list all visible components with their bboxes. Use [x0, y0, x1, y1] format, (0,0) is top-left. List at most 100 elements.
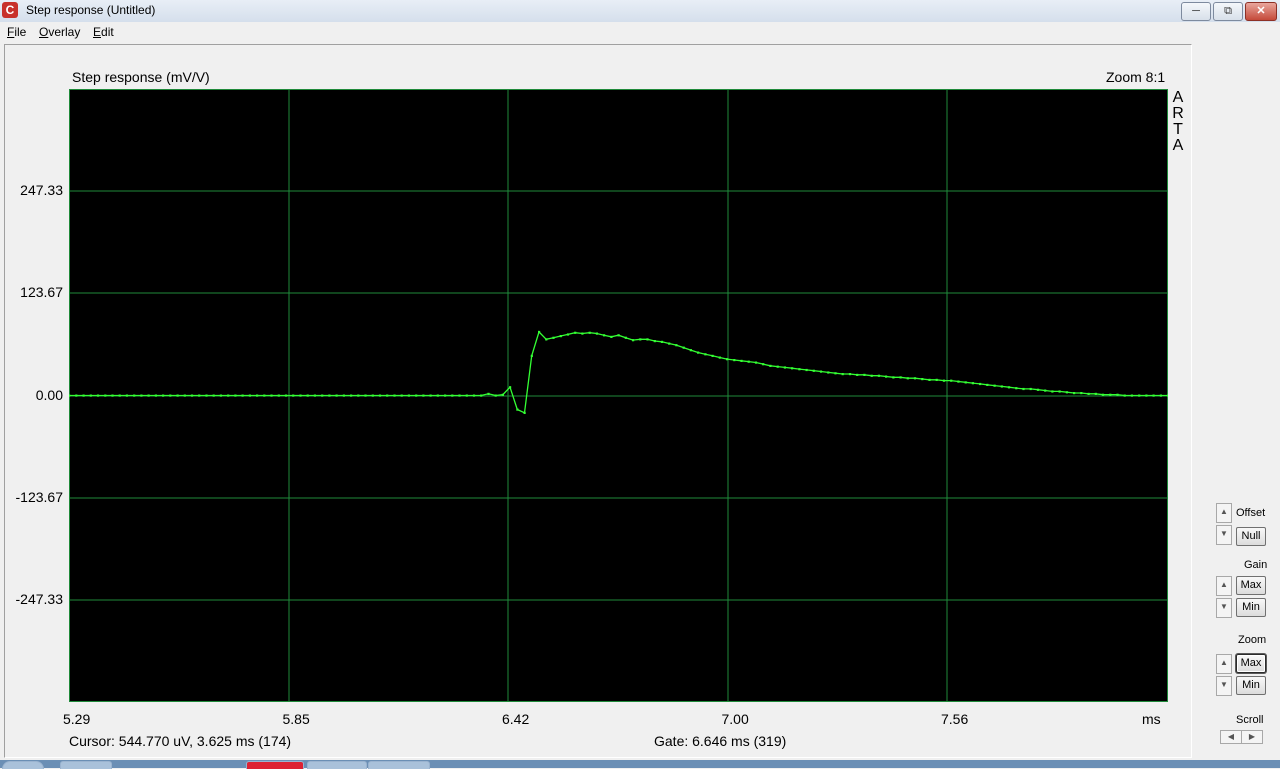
data-point — [993, 384, 996, 387]
data-point — [610, 335, 613, 338]
data-point — [342, 394, 345, 397]
data-point — [183, 394, 186, 397]
data-point — [791, 367, 794, 370]
title-bar: C Step response (Untitled) ─ ⧉ ✕ — [0, 0, 1280, 23]
zoom-max-button[interactable]: Max — [1236, 654, 1266, 673]
zoom-up-button[interactable]: ▲ — [1216, 654, 1232, 674]
data-point — [675, 344, 678, 347]
data-point — [574, 331, 577, 334]
step-response-plot[interactable] — [69, 89, 1168, 702]
data-point — [1015, 387, 1018, 390]
close-button[interactable]: ✕ — [1245, 2, 1277, 21]
data-point — [552, 336, 555, 339]
data-point — [1101, 393, 1105, 396]
offset-up-button[interactable]: ▲ — [1216, 503, 1232, 523]
data-point — [827, 371, 830, 374]
zoom-min-button[interactable]: Min — [1236, 676, 1266, 695]
data-point — [754, 361, 758, 364]
data-point — [624, 336, 627, 339]
y-tick-label: -247.33 — [15, 590, 63, 607]
data-point — [1123, 394, 1126, 397]
data-point — [1065, 391, 1068, 394]
data-point — [646, 338, 649, 341]
gain-min-button[interactable]: Min — [1236, 598, 1266, 617]
data-point — [190, 394, 194, 397]
data-point — [1138, 394, 1141, 397]
y-tick-label: 0.00 — [35, 386, 63, 403]
gain-down-button[interactable]: ▼ — [1216, 598, 1232, 618]
data-point — [256, 394, 259, 397]
offset-label: Offset — [1236, 507, 1266, 519]
data-point — [538, 330, 541, 334]
scroll-right-button[interactable]: ▶ — [1241, 730, 1263, 744]
data-point — [69, 394, 71, 397]
data-point — [964, 381, 967, 384]
data-point — [653, 340, 656, 343]
data-point — [1058, 390, 1061, 393]
data-point — [921, 378, 924, 381]
data-point — [971, 382, 974, 385]
data-point — [198, 394, 201, 397]
menu-edit[interactable]: Edit — [93, 25, 114, 39]
restore-button[interactable]: ⧉ — [1213, 2, 1243, 21]
scroll-left-button[interactable]: ◀ — [1220, 730, 1242, 744]
data-point — [516, 408, 519, 411]
data-point — [263, 394, 266, 397]
x-tick-label: 7.56 — [941, 711, 969, 727]
data-point — [913, 377, 917, 380]
data-point — [863, 373, 866, 376]
data-point — [313, 394, 316, 397]
data-point — [371, 394, 374, 397]
data-point — [718, 356, 721, 359]
minimize-icon: ─ — [1192, 5, 1200, 17]
data-point — [407, 394, 410, 397]
data-point — [133, 394, 136, 397]
data-point — [885, 375, 888, 378]
data-point — [1000, 385, 1003, 388]
data-point — [82, 394, 85, 397]
gain-up-button[interactable]: ▲ — [1216, 576, 1232, 596]
data-point — [819, 370, 823, 373]
offset-down-button[interactable]: ▼ — [1216, 525, 1232, 545]
y-tick-label: -123.67 — [15, 488, 63, 505]
data-point — [415, 394, 418, 397]
menu-file[interactable]: File — [7, 25, 26, 39]
y-tick-label: 123.67 — [20, 284, 63, 301]
zoom-label: Zoom — [1238, 634, 1267, 646]
data-point — [147, 394, 150, 397]
data-point — [660, 340, 664, 343]
data-point — [848, 373, 852, 376]
zoom-down-button[interactable]: ▼ — [1216, 676, 1232, 696]
control-panel — [1192, 44, 1280, 756]
data-point — [523, 411, 526, 414]
data-point — [292, 394, 295, 397]
gain-max-button[interactable]: Max — [1236, 576, 1266, 595]
data-point — [834, 372, 837, 375]
data-point — [241, 394, 244, 397]
cursor-readout: Cursor: 544.770 uV, 3.625 ms (174) — [69, 733, 292, 749]
null-button[interactable]: Null — [1236, 527, 1266, 546]
data-point — [125, 394, 128, 397]
data-point — [1036, 388, 1040, 391]
data-point — [1051, 390, 1054, 393]
data-point — [393, 394, 396, 397]
menu-overlay[interactable]: Overlay — [39, 25, 80, 39]
data-point — [458, 394, 461, 397]
y-tick-label: 247.33 — [20, 182, 63, 199]
data-point — [856, 373, 859, 376]
data-point — [350, 394, 353, 397]
data-point — [603, 334, 606, 337]
minimize-button[interactable]: ─ — [1181, 2, 1211, 21]
data-point — [747, 360, 750, 363]
data-point — [162, 394, 165, 397]
data-point — [509, 386, 512, 389]
data-point — [386, 394, 389, 397]
data-point — [812, 369, 815, 372]
data-point — [704, 353, 707, 356]
data-point — [234, 394, 237, 397]
close-icon: ✕ — [1256, 5, 1266, 17]
app-icon[interactable]: C — [2, 2, 18, 18]
arta-watermark: ARTA — [1172, 89, 1184, 154]
data-point — [1116, 393, 1119, 396]
data-point — [118, 394, 121, 397]
